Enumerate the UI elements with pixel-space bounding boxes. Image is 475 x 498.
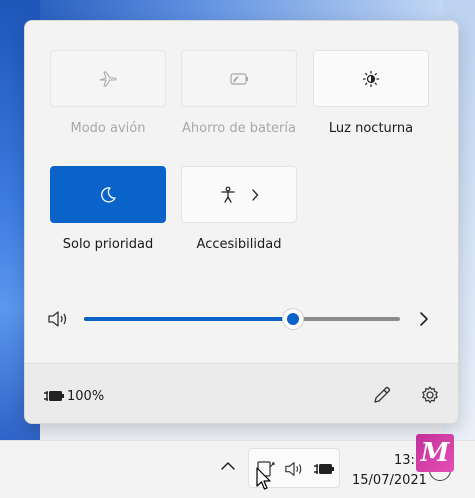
chevron-right-icon[interactable] bbox=[418, 311, 430, 327]
battery-plugged-icon[interactable] bbox=[43, 388, 65, 404]
airplane-mode-toggle[interactable] bbox=[50, 50, 166, 107]
clock-date[interactable]: 15/07/2021 bbox=[352, 473, 427, 488]
battery-percentage: 100% bbox=[67, 389, 105, 404]
speaker-icon[interactable] bbox=[47, 309, 69, 329]
accessibility-tile[interactable] bbox=[181, 166, 297, 223]
accessibility-label: Accesibilidad bbox=[196, 237, 282, 252]
airplane-icon bbox=[98, 69, 118, 89]
night-light-icon bbox=[362, 70, 380, 88]
taskbar: 13:1 15/07/2021 bbox=[0, 440, 475, 498]
battery-saver-label: Ahorro de batería bbox=[182, 121, 296, 136]
volume-slider-fill bbox=[84, 317, 293, 321]
gear-icon[interactable] bbox=[420, 385, 440, 405]
pencil-icon[interactable] bbox=[372, 385, 392, 405]
watermark-logo: M bbox=[416, 434, 454, 472]
focus-assist-label: Solo prioridad bbox=[62, 237, 154, 252]
battery-plugged-icon bbox=[313, 461, 335, 477]
speaker-icon bbox=[283, 460, 305, 478]
night-light-label: Luz nocturna bbox=[328, 121, 414, 136]
focus-assist-toggle[interactable] bbox=[50, 166, 166, 223]
chevron-right-icon bbox=[251, 188, 259, 201]
airplane-mode-label: Modo avión bbox=[70, 121, 146, 136]
watermark-logo-letter: M bbox=[420, 438, 450, 468]
volume-slider[interactable] bbox=[84, 308, 400, 330]
quick-settings-panel: Modo avión Ahorro de batería Luz nocturn… bbox=[24, 20, 459, 424]
night-light-toggle[interactable] bbox=[313, 50, 429, 107]
battery-saver-toggle[interactable] bbox=[181, 50, 297, 107]
accessibility-icon bbox=[219, 186, 237, 204]
chevron-up-icon[interactable] bbox=[220, 460, 236, 472]
volume-slider-thumb[interactable] bbox=[281, 308, 304, 330]
desktop-wallpaper-top bbox=[0, 0, 475, 22]
moon-icon bbox=[99, 186, 117, 204]
mouse-cursor-icon bbox=[256, 467, 272, 491]
quick-settings-footer: 100% bbox=[25, 363, 458, 423]
battery-saver-icon bbox=[228, 71, 250, 87]
